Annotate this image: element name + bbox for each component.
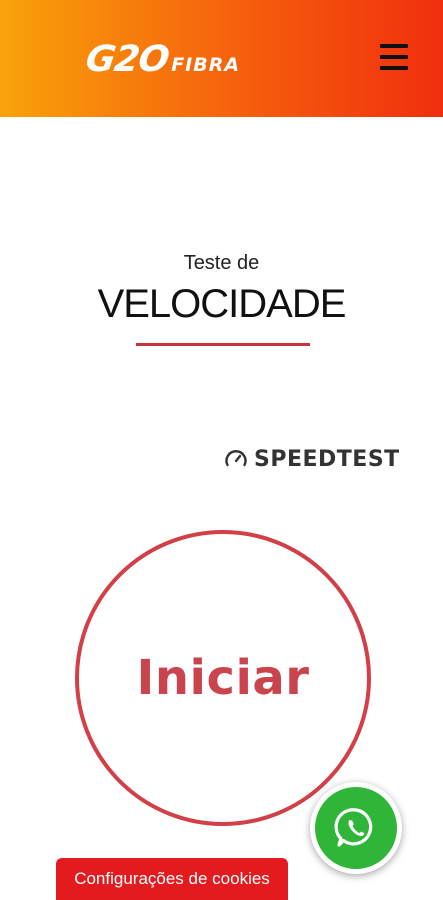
- menu-bar: [380, 44, 408, 48]
- cookie-settings-label: Configurações de cookies: [74, 869, 270, 888]
- whatsapp-icon: [334, 808, 373, 847]
- menu-bar: [380, 66, 408, 70]
- menu-bar: [380, 55, 408, 59]
- start-test-button[interactable]: Iniciar: [75, 530, 371, 826]
- page-subtitle: Teste de: [183, 252, 260, 274]
- hamburger-menu-icon[interactable]: [380, 44, 410, 70]
- speedometer-icon: [225, 450, 247, 467]
- logo-sub-text: FIBRA: [171, 54, 241, 76]
- page-title: VELOCIDADE: [97, 282, 347, 326]
- title-underline: [136, 343, 310, 346]
- g2o-fibra-logo[interactable]: G2O FIBRA: [83, 39, 241, 80]
- logo-main-text: G2O: [83, 39, 172, 80]
- start-button-label: Iniciar: [136, 650, 310, 706]
- cookie-settings-button[interactable]: Configurações de cookies: [56, 858, 288, 900]
- speedtest-logo: SPEEDTEST: [224, 445, 400, 473]
- speedtest-brand-text: SPEEDTEST: [254, 446, 400, 472]
- header: G2O FIBRA: [0, 0, 443, 117]
- whatsapp-button[interactable]: [310, 782, 402, 874]
- whatsapp-circle: [315, 787, 397, 869]
